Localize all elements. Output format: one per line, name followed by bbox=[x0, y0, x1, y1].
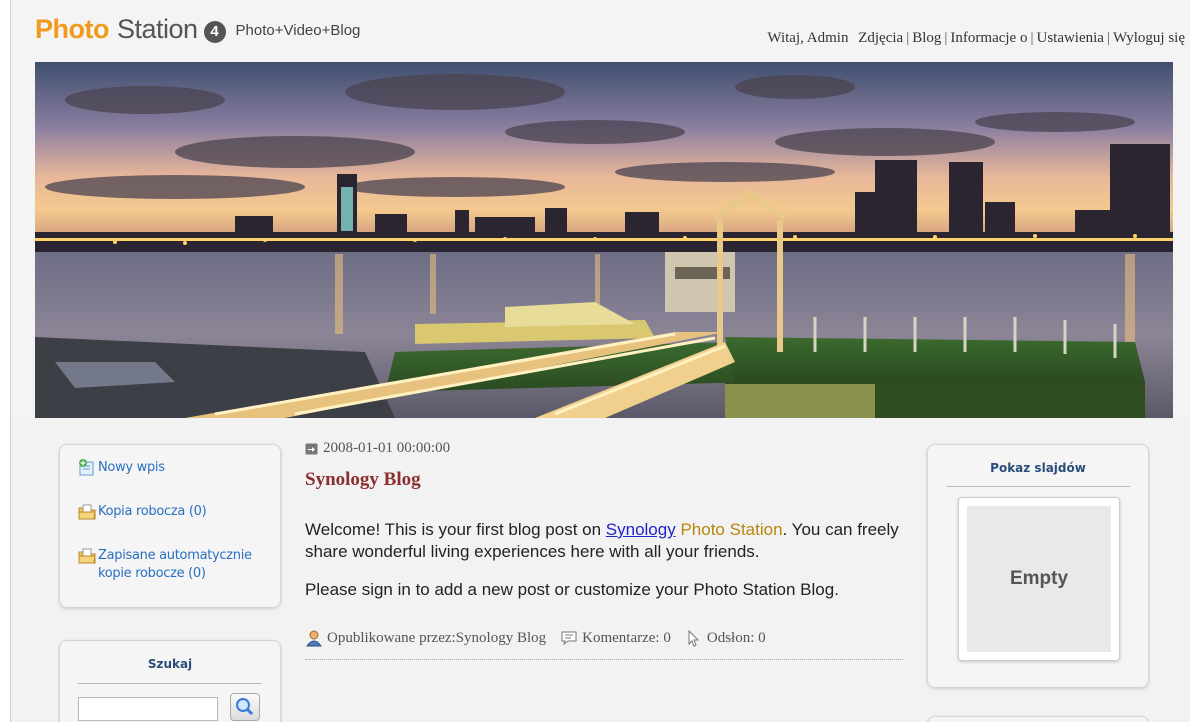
autosave-drafts-label: Zapisane automatycznie kopie robocze (0) bbox=[98, 547, 252, 583]
nav-separator: | bbox=[1106, 30, 1110, 46]
header: Photo Station 4 Photo+Video+Blog Witaj, … bbox=[11, 0, 1190, 62]
banner-image bbox=[35, 62, 1173, 418]
logo-station-text: Station bbox=[116, 14, 198, 44]
autosave-drafts-link[interactable]: Zapisane automatycznie kopie robocze (0) bbox=[78, 547, 252, 583]
right-panel-2 bbox=[927, 716, 1149, 722]
slideshow-title: Pokaz slajdów bbox=[990, 461, 1086, 475]
post-paragraph-2: Please sign in to add a new post or cust… bbox=[305, 580, 839, 599]
slideshow-frame[interactable]: Empty bbox=[958, 497, 1120, 661]
synology-link[interactable]: Synology bbox=[606, 520, 676, 539]
post-author: Opublikowane przez:Synology Blog bbox=[327, 629, 547, 646]
post-date-row: 2008-01-01 00:00:00 bbox=[305, 440, 905, 457]
logo-version-badge: 4 bbox=[203, 21, 226, 43]
new-post-icon bbox=[79, 459, 94, 476]
post-meta: Opublikowane przez:Synology Blog Komenta… bbox=[305, 629, 905, 647]
search-title: Szukaj bbox=[147, 657, 193, 671]
welcome-text: Witaj, Admin bbox=[767, 30, 849, 46]
post-p1-text: Welcome! This is your first blog post on bbox=[305, 520, 606, 539]
slideshow-divider bbox=[946, 486, 1130, 487]
user-icon bbox=[306, 630, 322, 647]
search-icon bbox=[236, 698, 254, 716]
post-body: Welcome! This is your first blog post on… bbox=[305, 519, 905, 601]
draft-label: Kopia robocza (0) bbox=[98, 504, 207, 519]
search-input[interactable] bbox=[78, 697, 218, 721]
nav-logout[interactable]: Wyloguj się bbox=[1113, 30, 1185, 46]
post-paragraph-1: Welcome! This is your first blog post on… bbox=[305, 519, 905, 563]
comment-icon bbox=[561, 631, 577, 646]
cursor-icon bbox=[688, 629, 700, 647]
logo-photo-text: Photo bbox=[35, 14, 109, 44]
post-views: Odsłon: 0 bbox=[706, 629, 766, 646]
nav-separator: | bbox=[906, 30, 910, 46]
blog-post: 2008-01-01 00:00:00 Synology Blog Welcom… bbox=[305, 440, 905, 660]
photo-station-text: Photo Station bbox=[680, 520, 783, 539]
nav-separator: | bbox=[944, 30, 948, 46]
folder-draft-icon bbox=[78, 504, 96, 520]
draft-link[interactable]: Kopia robocza (0) bbox=[78, 503, 207, 521]
nav-about[interactable]: Informacje o bbox=[950, 30, 1027, 46]
folder-autosave-icon bbox=[78, 548, 96, 564]
search-divider bbox=[78, 683, 262, 684]
autosave-line-1: Zapisane automatycznie bbox=[98, 548, 252, 563]
blog-actions-panel: Nowy wpis Kopia robocza (0) Zapisane aut… bbox=[59, 444, 281, 608]
new-post-label: Nowy wpis bbox=[98, 460, 165, 475]
slideshow-empty-label: Empty bbox=[967, 506, 1111, 652]
autosave-line-2: kopie robocze (0) bbox=[98, 566, 206, 581]
nav-separator: | bbox=[1030, 30, 1034, 46]
nav-photos[interactable]: Zdjęcia bbox=[858, 30, 903, 46]
post-comments[interactable]: Komentarze: 0 bbox=[582, 630, 671, 647]
post-divider bbox=[305, 659, 903, 660]
new-post-link[interactable]: Nowy wpis bbox=[78, 459, 165, 477]
logo[interactable]: Photo Station 4 Photo+Video+Blog bbox=[35, 14, 360, 45]
post-date: 2008-01-01 00:00:00 bbox=[323, 440, 451, 456]
post-title[interactable]: Synology Blog bbox=[305, 469, 905, 491]
search-button[interactable] bbox=[230, 693, 260, 721]
content-area: Nowy wpis Kopia robocza (0) Zapisane aut… bbox=[11, 418, 1190, 722]
calendar-icon bbox=[305, 443, 318, 455]
banner-photo-city-pier bbox=[35, 62, 1173, 418]
top-navigation: Witaj, Admin Zdjęcia | Blog | Informacje o | U… bbox=[767, 30, 1185, 47]
nav-settings[interactable]: Ustawienia bbox=[1036, 30, 1103, 46]
nav-blog[interactable]: Blog bbox=[912, 30, 941, 46]
search-panel: Szukaj bbox=[59, 640, 281, 722]
logo-tagline: Photo+Video+Blog bbox=[235, 22, 361, 39]
page-frame: Photo Station 4 Photo+Video+Blog Witaj, … bbox=[10, 0, 1190, 722]
slideshow-panel: Pokaz slajdów Empty bbox=[927, 444, 1149, 688]
